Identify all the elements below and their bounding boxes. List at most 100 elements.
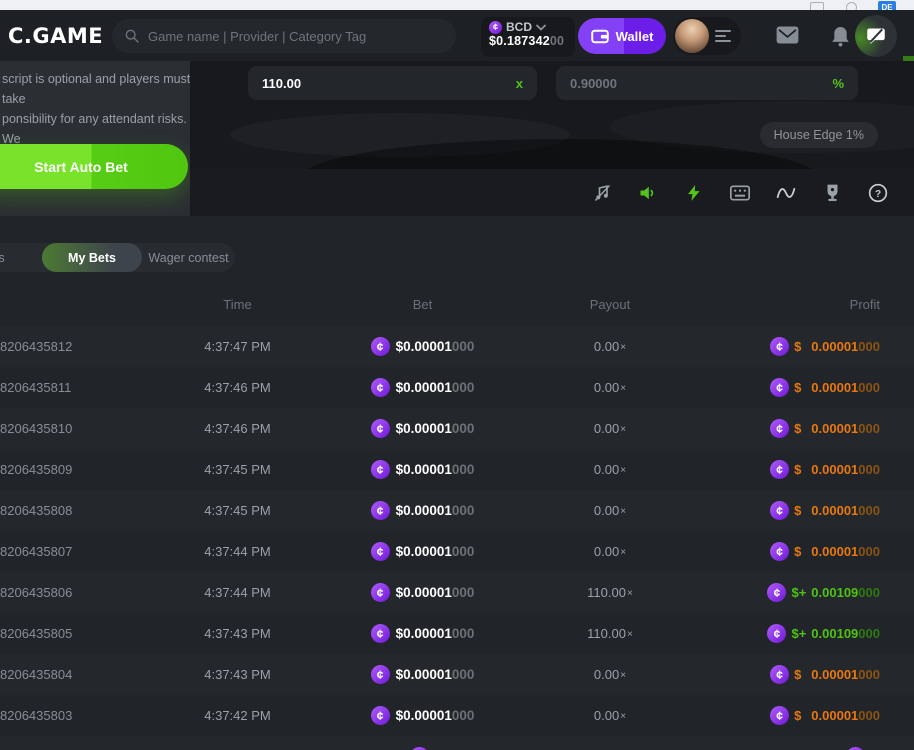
bet-id: 8206435807 — [0, 544, 150, 559]
help-icon[interactable]: ? — [868, 183, 888, 203]
column-header-profit: Profit — [700, 297, 880, 312]
live-stats-icon[interactable] — [776, 183, 796, 203]
bet-id: 8206435808 — [0, 503, 150, 518]
win-chance-input[interactable] — [570, 76, 832, 91]
bcd-coin-icon: ¢ — [770, 665, 789, 684]
search-input[interactable] — [148, 29, 444, 44]
user-menu[interactable] — [673, 17, 741, 55]
bet-profit: ¢ $0.00001000 — [700, 665, 880, 684]
bet-amount: ¢ $0.00001000 — [325, 419, 520, 438]
bet-payout: 0.00× — [520, 503, 700, 518]
bet-amount: ¢ $0.00001000 — [325, 583, 520, 602]
game-canvas-area: x % House Edge 1% — [190, 61, 914, 216]
hotkeys-keyboard-icon[interactable] — [730, 183, 750, 203]
table-row[interactable]: 8206435809 4:37:45 PM ¢ $0.00001000 0.00… — [0, 449, 914, 490]
table-row[interactable]: 8206435804 4:37:43 PM ¢ $0.00001000 0.00… — [0, 654, 914, 695]
tab-wager-contest[interactable]: Wager contest — [142, 243, 235, 272]
wallet-button-label: Wallet — [616, 29, 654, 44]
bet-amount: ¢ $0.00001000 — [325, 665, 520, 684]
bet-time: 4:37:46 PM — [150, 421, 325, 436]
bet-payout: 110.00× — [520, 585, 700, 600]
table-row[interactable]: 8206435811 4:37:46 PM ¢ $0.00001000 0.00… — [0, 367, 914, 408]
bet-payout: 110.00× — [520, 626, 700, 641]
site-header: C.GAME ¢ BCD $0.18734200 Wallet — [0, 10, 914, 61]
bcd-coin-icon: ¢ — [371, 624, 390, 643]
currency-selector[interactable]: ¢ BCD $0.18734200 — [481, 17, 575, 57]
column-header-bet: Bet — [325, 297, 520, 312]
bet-payout: 0.00× — [520, 708, 700, 723]
sound-on-icon[interactable] — [638, 183, 658, 203]
bet-time: 4:37:45 PM — [150, 503, 325, 518]
bet-amount: ¢ $0.00001000 — [325, 501, 520, 520]
site-logo[interactable]: C.GAME — [8, 24, 103, 48]
chat-toggle-button[interactable] — [855, 15, 897, 57]
bet-profit: ¢ $0.00001000 — [700, 706, 880, 725]
payout-input[interactable] — [262, 76, 516, 91]
svg-text:?: ? — [875, 188, 881, 199]
music-off-icon[interactable] — [592, 183, 612, 203]
bet-payout: 0.00× — [520, 339, 700, 354]
bet-payout: 0.00× — [520, 421, 700, 436]
table-row[interactable]: ¢ ¢ — [0, 736, 914, 750]
payout-input-field[interactable]: x — [248, 66, 537, 100]
multiplier-suffix: x — [516, 76, 523, 91]
bcd-coin-icon: ¢ — [770, 460, 789, 479]
bet-profit: ¢ $0.00001000 — [700, 460, 880, 479]
win-chance-input-field[interactable]: % — [556, 66, 858, 100]
bet-profit: ¢ $0.00001000 — [700, 337, 880, 356]
browser-extension-icon[interactable] — [810, 2, 824, 10]
bcd-coin-icon: ¢ — [371, 337, 390, 356]
search-bar[interactable] — [112, 19, 456, 53]
search-icon — [124, 28, 140, 44]
bcd-coin-icon: ¢ — [767, 583, 786, 602]
tab-all-bets[interactable]: All Bets — [0, 243, 42, 272]
auto-bet-panel: script is optional and players must take… — [0, 61, 190, 216]
bcd-coin-icon: ¢ — [371, 501, 390, 520]
bet-id: 8206435811 — [0, 380, 150, 395]
table-row[interactable]: 8206435808 4:37:45 PM ¢ $0.00001000 0.00… — [0, 490, 914, 531]
bcd-coin-icon: ¢ — [371, 419, 390, 438]
bcd-coin-icon: ¢ — [371, 542, 390, 561]
table-row[interactable]: 8206435806 4:37:44 PM ¢ $0.00001000 110.… — [0, 572, 914, 613]
trophy-icon[interactable] — [822, 183, 842, 203]
chat-off-icon — [866, 26, 886, 46]
bet-amount: ¢ $0.00001000 — [325, 624, 520, 643]
bcd-coin-icon: ¢ — [770, 337, 789, 356]
game-toolbar: ? — [190, 169, 914, 216]
bet-payout: 0.00× — [520, 544, 700, 559]
avatar[interactable] — [675, 19, 709, 53]
bcd-coin-icon: ¢ — [770, 501, 789, 520]
turbo-bolt-icon[interactable] — [684, 183, 704, 203]
bet-id: 8206435809 — [0, 462, 150, 477]
wallet-button[interactable]: Wallet — [578, 18, 666, 54]
bet-amount: ¢ $0.00001000 — [325, 337, 520, 356]
bcd-coin-icon: ¢ — [371, 665, 390, 684]
table-row[interactable]: 8206435810 4:37:46 PM ¢ $0.00001000 0.00… — [0, 408, 914, 449]
notifications-bell-icon[interactable] — [831, 26, 850, 52]
bet-profit: ¢ $+0.00109000 — [700, 583, 880, 602]
bet-time: 4:37:46 PM — [150, 380, 325, 395]
messages-icon[interactable] — [776, 26, 799, 49]
bets-tab-group: All Bets My Bets Wager contest — [0, 243, 235, 272]
tab-my-bets[interactable]: My Bets — [42, 243, 142, 272]
bet-time: 4:37:42 PM — [150, 708, 325, 723]
bcd-coin-icon: ¢ — [371, 583, 390, 602]
start-auto-bet-button[interactable]: Start Auto Bet — [0, 144, 188, 189]
table-row[interactable]: 8206435805 4:37:43 PM ¢ $0.00001000 110.… — [0, 613, 914, 654]
bcd-coin-icon: ¢ — [489, 21, 502, 34]
bet-amount: ¢ $0.00001000 — [325, 460, 520, 479]
bet-payout: 0.00× — [520, 667, 700, 682]
browser-profile-icon[interactable] — [846, 2, 857, 10]
bet-time: 4:37:45 PM — [150, 462, 325, 477]
chevron-down-icon — [536, 24, 546, 31]
currency-code: BCD — [506, 20, 532, 34]
translate-extension-badge[interactable]: DE — [878, 1, 896, 10]
bet-payout: 0.00× — [520, 462, 700, 477]
table-row[interactable]: 8206435803 4:37:42 PM ¢ $0.00001000 0.00… — [0, 695, 914, 736]
bet-id: 8206435810 — [0, 421, 150, 436]
bcd-coin-icon: ¢ — [371, 378, 390, 397]
table-row[interactable]: 8206435812 4:37:47 PM ¢ $0.00001000 0.00… — [0, 326, 914, 367]
table-row[interactable]: 8206435807 4:37:44 PM ¢ $0.00001000 0.00… — [0, 531, 914, 572]
bet-amount: ¢ $0.00001000 — [325, 542, 520, 561]
browser-chrome-strip: DE — [0, 0, 914, 10]
